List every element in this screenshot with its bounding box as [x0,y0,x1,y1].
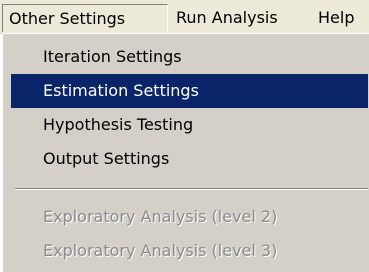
menu-item-hypothesis-testing[interactable]: Hypothesis Testing [11,108,368,142]
menu-help[interactable]: Help [312,4,360,32]
menu-item-output-settings[interactable]: Output Settings [11,142,368,176]
menu-item-iteration-settings[interactable]: Iteration Settings [11,40,368,74]
menu-item-exploratory-analysis-level-2: Exploratory Analysis (level 2) [43,207,278,226]
menu-bar: Other Settings Run Analysis Help [0,0,369,34]
menu-run-analysis[interactable]: Run Analysis [170,4,284,32]
other-settings-dropdown: Iteration Settings Estimation Settings H… [2,33,369,272]
menu-separator [15,188,368,190]
menu-other-settings[interactable]: Other Settings [2,4,168,32]
menu-item-exploratory-analysis-level-3: Exploratory Analysis (level 3) [43,241,278,260]
menu-item-estimation-settings[interactable]: Estimation Settings [11,74,368,108]
